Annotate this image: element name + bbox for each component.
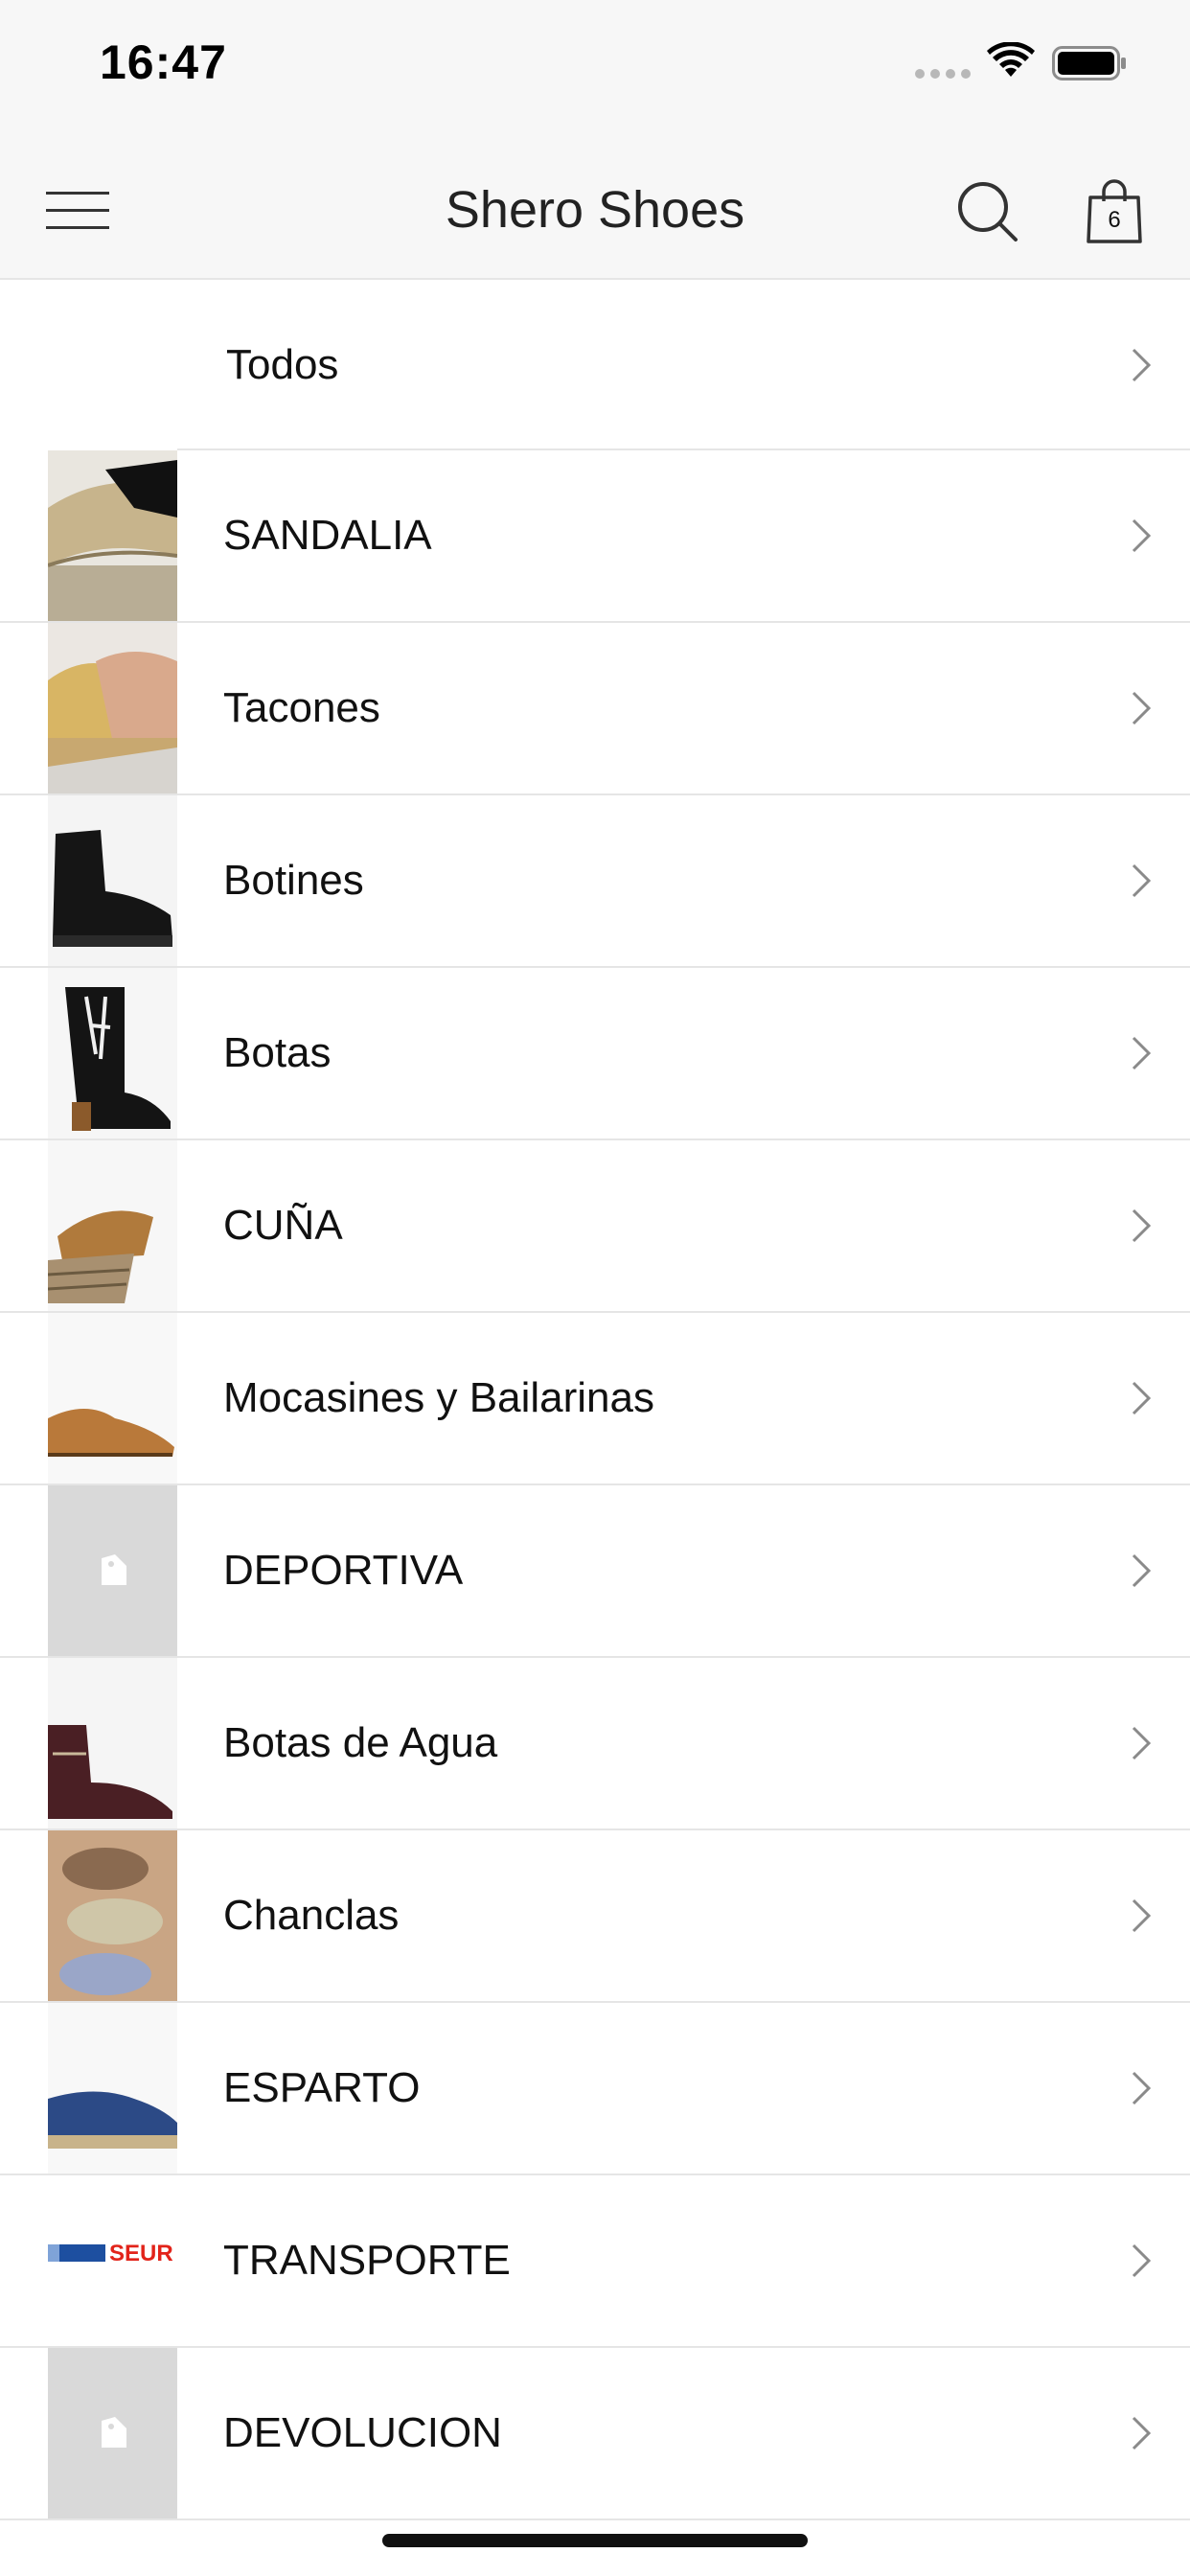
chevron-right-icon [1132, 1036, 1152, 1070]
ankle-boot-thumbnail [48, 795, 177, 966]
chevron-right-icon [1132, 348, 1152, 382]
cellular-signal-icon [915, 69, 971, 79]
chevron-right-icon [1132, 1208, 1152, 1243]
chevron-right-icon [1132, 518, 1152, 553]
battery-icon [1052, 46, 1126, 80]
espadrille-thumbnail [48, 2003, 177, 2174]
navigation-bar: Shero Shoes 6 [0, 144, 1190, 280]
chevron-right-icon [1132, 2071, 1152, 2105]
chevron-right-icon [1132, 1553, 1152, 1588]
category-label: Botines [223, 857, 364, 904]
tag-placeholder-icon [48, 1485, 177, 1656]
flat-shoe-thumbnail [48, 1313, 177, 1484]
status-bar: 16:47 [0, 0, 1190, 144]
seur-logo-thumbnail: SEUR [48, 2175, 177, 2346]
category-row-botas[interactable]: Botas [0, 968, 1190, 1140]
category-row-transporte[interactable]: SEUR TRANSPORTE [0, 2175, 1190, 2348]
category-row-devolucion[interactable]: DEVOLUCION [0, 2348, 1190, 2520]
category-list: Todos SANDALIA Tacones Botines Botas CUÑ… [0, 280, 1190, 2520]
status-time: 16:47 [100, 35, 227, 89]
category-label: DEPORTIVA [223, 1547, 464, 1594]
category-label: Tacones [223, 684, 380, 731]
chevron-right-icon [1132, 691, 1152, 725]
category-row-botas-de-agua[interactable]: Botas de Agua [0, 1658, 1190, 1830]
category-label: SANDALIA [223, 512, 432, 559]
chevron-right-icon [1132, 2416, 1152, 2450]
heels-thumbnail [48, 623, 177, 794]
category-row-chanclas[interactable]: Chanclas [0, 1830, 1190, 2003]
category-label: Botas de Agua [223, 1719, 498, 1766]
home-indicator[interactable] [382, 2534, 808, 2547]
wedge-thumbnail [48, 1140, 177, 1311]
category-label: ESPARTO [223, 2064, 421, 2111]
search-icon[interactable] [956, 180, 1019, 243]
category-label: TRANSPORTE [223, 2237, 511, 2284]
category-label: Mocasines y Bailarinas [223, 1374, 654, 1421]
wifi-icon [987, 42, 1035, 77]
cowboy-boot-thumbnail [48, 968, 177, 1138]
category-row-esparto[interactable]: ESPARTO [0, 2003, 1190, 2175]
chevron-right-icon [1132, 863, 1152, 898]
tag-placeholder-icon [48, 2348, 177, 2518]
category-label: Botas [223, 1029, 332, 1076]
rain-boot-thumbnail [48, 1658, 177, 1828]
chevron-right-icon [1132, 1898, 1152, 1933]
category-label: CUÑA [223, 1202, 343, 1249]
category-row-deportiva[interactable]: DEPORTIVA [0, 1485, 1190, 1658]
category-label: Todos [226, 341, 339, 388]
sandal-thumbnail [48, 450, 177, 621]
slides-thumbnail [48, 1830, 177, 2001]
category-row-botines[interactable]: Botines [0, 795, 1190, 968]
category-label: Chanclas [223, 1892, 400, 1939]
chevron-right-icon [1132, 1381, 1152, 1415]
seur-logo-text: SEUR [109, 2241, 173, 2266]
category-row-mocasines[interactable]: Mocasines y Bailarinas [0, 1313, 1190, 1485]
chevron-right-icon [1132, 2243, 1152, 2278]
chevron-right-icon [1132, 1726, 1152, 1760]
category-row-cuna[interactable]: CUÑA [0, 1140, 1190, 1313]
category-row-todos[interactable]: Todos [0, 280, 1190, 450]
category-label: DEVOLUCION [223, 2409, 502, 2456]
category-row-sandalia[interactable]: SANDALIA [0, 450, 1190, 623]
category-row-tacones[interactable]: Tacones [0, 623, 1190, 795]
cart-count-badge: 6 [1108, 207, 1121, 233]
